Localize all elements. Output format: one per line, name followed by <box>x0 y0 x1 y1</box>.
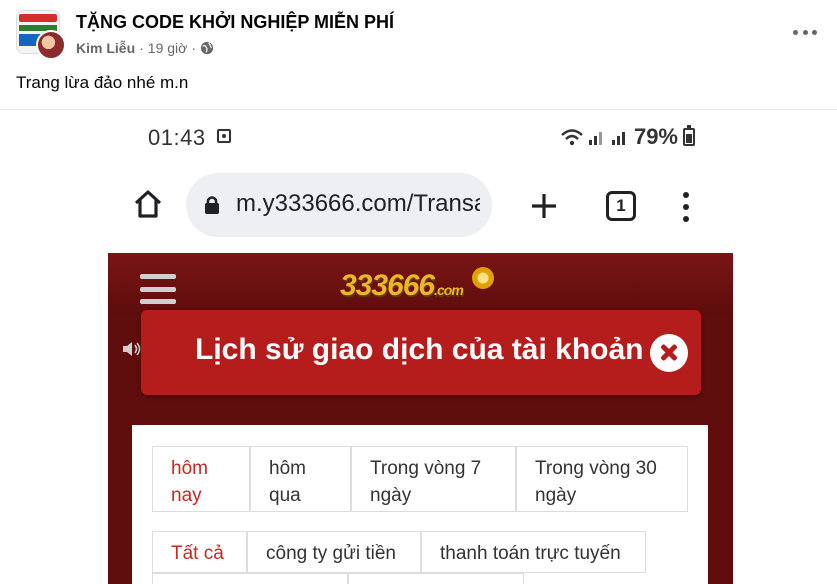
meta-separator-2: · <box>191 40 197 56</box>
filter-row-partial-2[interactable] <box>348 573 524 584</box>
new-tab-icon[interactable] <box>530 192 558 220</box>
group-name[interactable]: TẶNG CODE KHỞI NGHIỆP MIỄN PHÍ <box>76 12 394 33</box>
signal-icon <box>588 132 602 145</box>
filter-label: nay <box>171 485 202 506</box>
status-icons: 79% <box>561 124 695 150</box>
battery-level: 79% <box>633 124 678 149</box>
menu-line <box>140 274 176 279</box>
more-dot <box>793 29 798 35</box>
filter-label: Trong vòng 7 <box>370 458 482 479</box>
filter-label: Trong vòng 30 <box>535 458 657 479</box>
filter-company-deposit[interactable]: công ty gửi tiền <box>247 531 421 573</box>
group-avatar-banner <box>19 14 57 22</box>
lock-icon <box>205 196 219 214</box>
logo-text: 333666 <box>340 269 435 302</box>
modal-title-bar: Lịch sử giao dịch của tài khoản <box>141 310 701 395</box>
facebook-post: TẶNG CODE KHỞI NGHIỆP MIỄN PHÍ Kim Liễu … <box>0 0 837 584</box>
modal-title: Lịch sử giao dịch của tài khoản <box>195 333 644 366</box>
battery-icon <box>683 125 695 146</box>
notification-icon <box>217 129 231 143</box>
tabs-count-button[interactable]: 1 <box>606 191 636 221</box>
hamburger-menu-icon[interactable] <box>140 274 176 304</box>
menu-line <box>140 286 176 292</box>
menu-dot <box>683 204 689 210</box>
menu-dot <box>683 192 689 198</box>
browser-menu-icon[interactable] <box>681 192 691 222</box>
site-header: 333666.com <box>108 253 733 315</box>
transaction-history-panel: hôm nay hôm qua Trong vòng 7 ngày Trong … <box>132 425 708 584</box>
url-text[interactable]: m.y333666.com/Transa <box>236 190 480 218</box>
globe-icon <box>200 41 214 55</box>
more-dot <box>802 29 808 35</box>
author-name[interactable]: Kim Liễu <box>76 40 135 56</box>
filter-yesterday[interactable]: hôm qua <box>250 446 351 512</box>
signal-icon-2 <box>611 132 625 145</box>
logo-coin-icon <box>472 267 494 289</box>
home-icon[interactable] <box>132 188 164 220</box>
url-bar[interactable]: m.y333666.com/Transa <box>186 173 492 237</box>
post-meta: Kim Liễu · 19 giờ · <box>76 40 214 56</box>
filter-label: hôm <box>171 458 208 479</box>
logo-suffix: .com <box>434 282 464 298</box>
filter-row-partial[interactable] <box>152 573 348 584</box>
more-options-button[interactable] <box>793 22 817 42</box>
post-time[interactable]: 19 giờ <box>148 40 188 56</box>
filter-label: ngày <box>370 485 412 506</box>
speaker-icon[interactable] <box>122 341 142 357</box>
filter-today[interactable]: hôm nay <box>152 446 250 512</box>
filter-label: hôm <box>269 458 306 479</box>
filter-7-days[interactable]: Trong vòng 7 ngày <box>351 446 516 512</box>
filter-30-days[interactable]: Trong vòng 30 ngày <box>516 446 688 512</box>
attached-screenshot[interactable]: 01:43 79% m.y333666.com/Transa 1 333666.… <box>108 110 733 584</box>
website-page: 333666.com Lịch sử giao dịch của tài kho… <box>108 253 733 584</box>
menu-dot <box>683 216 689 222</box>
site-logo[interactable]: 333666.com <box>340 269 464 303</box>
status-time: 01:43 <box>148 125 206 150</box>
wifi-icon <box>561 129 583 146</box>
post-text: Trang lừa đảo nhé m.n <box>16 73 189 92</box>
filter-label: qua <box>269 485 301 506</box>
filter-online-payment[interactable]: thanh toán trực tuyến <box>421 531 646 573</box>
meta-separator: · <box>139 40 144 56</box>
filter-all[interactable]: Tất cả <box>152 531 247 573</box>
author-avatar[interactable] <box>36 30 66 60</box>
filter-label: ngày <box>535 485 577 506</box>
close-icon[interactable] <box>650 334 688 372</box>
post-header: TẶNG CODE KHỞI NGHIỆP MIỄN PHÍ Kim Liễu … <box>0 0 837 68</box>
more-dot <box>812 29 817 35</box>
menu-line <box>140 299 176 304</box>
